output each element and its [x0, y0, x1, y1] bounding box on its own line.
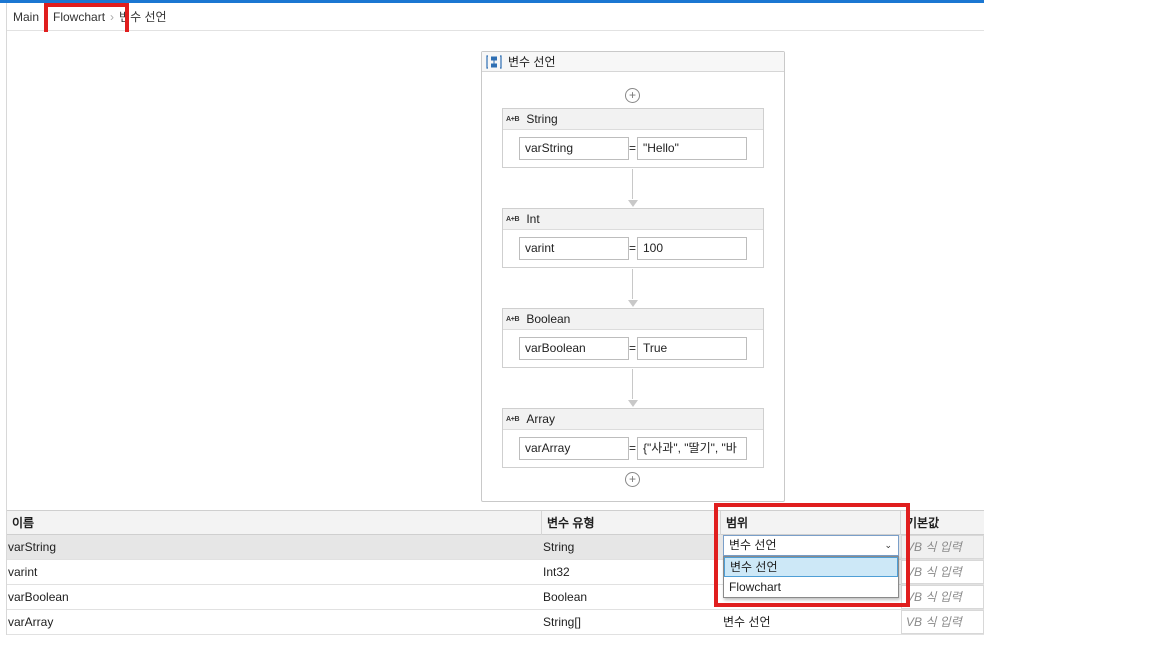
plus-circle-icon[interactable]: +	[625, 472, 640, 487]
column-header-type[interactable]: 변수 유형	[542, 511, 721, 535]
assign-icon: A+B	[506, 215, 520, 223]
breadcrumb: Main › Flowchart › 변수 선언	[7, 3, 984, 31]
sequence-container[interactable]: 변수 선언 + A+B String varString = "Hello" A…	[481, 51, 785, 502]
scope-dropdown-list: 변수 선언 Flowchart	[723, 556, 899, 598]
assign-to-field[interactable]: varArray	[519, 437, 629, 460]
variable-type-cell[interactable]: String[]	[543, 610, 713, 634]
activity-title: Boolean	[526, 312, 571, 326]
activity-title: Array	[526, 412, 555, 426]
column-header-scope[interactable]: 범위	[721, 511, 901, 535]
variable-name-cell[interactable]: varString	[8, 535, 538, 559]
assign-value-field[interactable]: 100	[637, 237, 747, 260]
assign-value-field[interactable]: {"사과", "딸기", "바	[637, 437, 747, 460]
equals-sign: =	[629, 441, 637, 455]
assign-value-field[interactable]: True	[637, 337, 747, 360]
assign-to-field[interactable]: varint	[519, 237, 629, 260]
chevron-down-icon[interactable]: ⌄	[884, 536, 892, 555]
activity-header: A+B Boolean	[503, 309, 763, 330]
variable-name-cell[interactable]: varArray	[8, 610, 538, 634]
connector-line	[632, 269, 633, 299]
equals-sign: =	[629, 341, 637, 355]
plus-circle-icon[interactable]: +	[625, 88, 640, 103]
variable-type-cell[interactable]: Boolean	[543, 585, 713, 609]
equals-sign: =	[629, 141, 637, 155]
breadcrumb-item-current: 변수 선언	[119, 10, 167, 24]
variable-name-cell[interactable]: varBoolean	[8, 585, 538, 609]
activity-header: A+B String	[503, 109, 763, 130]
assign-activity-string[interactable]: A+B String varString = "Hello"	[502, 108, 764, 168]
assign-icon: A+B	[506, 415, 520, 423]
default-value-input[interactable]: VB 식 입력	[901, 535, 984, 559]
assign-icon: A+B	[506, 115, 520, 123]
connector-arrow	[628, 400, 638, 407]
variable-type-cell[interactable]: Int32	[543, 560, 713, 584]
scope-select-value: 변수 선언	[729, 538, 777, 552]
connector-line	[632, 369, 633, 399]
activity-header: A+B Array	[503, 409, 763, 430]
connector-line	[632, 169, 633, 199]
column-header-name[interactable]: 이름	[7, 511, 542, 535]
chevron-right-icon: ›	[44, 9, 49, 24]
assign-activity-array[interactable]: A+B Array varArray = {"사과", "딸기", "바	[502, 408, 764, 468]
sequence-header[interactable]: 변수 선언	[482, 52, 784, 72]
variables-header-row: 이름 변수 유형 범위 기본값	[7, 511, 984, 535]
chevron-right-icon: ›	[110, 9, 115, 24]
variable-type-cell[interactable]: String	[543, 535, 713, 559]
scope-select[interactable]: 변수 선언 ⌄	[723, 535, 899, 556]
breadcrumb-item-main[interactable]: Main	[13, 10, 39, 24]
assign-value-field[interactable]: "Hello"	[637, 137, 747, 160]
assign-to-field[interactable]: varString	[519, 137, 629, 160]
default-value-input[interactable]: VB 식 입력	[901, 585, 984, 609]
connector-arrow	[628, 200, 638, 207]
assign-activity-int[interactable]: A+B Int varint = 100	[502, 208, 764, 268]
breadcrumb-item-flowchart[interactable]: Flowchart	[53, 10, 105, 24]
scope-option[interactable]: Flowchart	[724, 577, 898, 597]
scope-option[interactable]: 변수 선언	[724, 557, 898, 577]
sequence-icon	[486, 54, 502, 69]
assign-icon: A+B	[506, 315, 520, 323]
variable-scope-cell[interactable]: 변수 선언	[723, 610, 893, 634]
default-value-input[interactable]: VB 식 입력	[901, 610, 984, 634]
workflow-designer: Main › Flowchart › 변수 선언 변수 선언 + A+B Str…	[0, 0, 984, 648]
equals-sign: =	[629, 241, 637, 255]
variable-row[interactable]: varArray String[] 변수 선언 VB 식 입력	[7, 610, 984, 635]
assign-to-field[interactable]: varBoolean	[519, 337, 629, 360]
assign-activity-boolean[interactable]: A+B Boolean varBoolean = True	[502, 308, 764, 368]
activity-header: A+B Int	[503, 209, 763, 230]
column-header-default[interactable]: 기본값	[901, 511, 984, 535]
activity-title: String	[526, 112, 558, 126]
activity-title: Int	[526, 212, 540, 226]
connector-arrow	[628, 300, 638, 307]
variable-name-cell[interactable]: varint	[8, 560, 538, 584]
default-value-input[interactable]: VB 식 입력	[901, 560, 984, 584]
sequence-title: 변수 선언	[508, 55, 556, 69]
variables-panel: 이름 변수 유형 범위 기본값 varString String VB 식 입력…	[7, 510, 984, 635]
